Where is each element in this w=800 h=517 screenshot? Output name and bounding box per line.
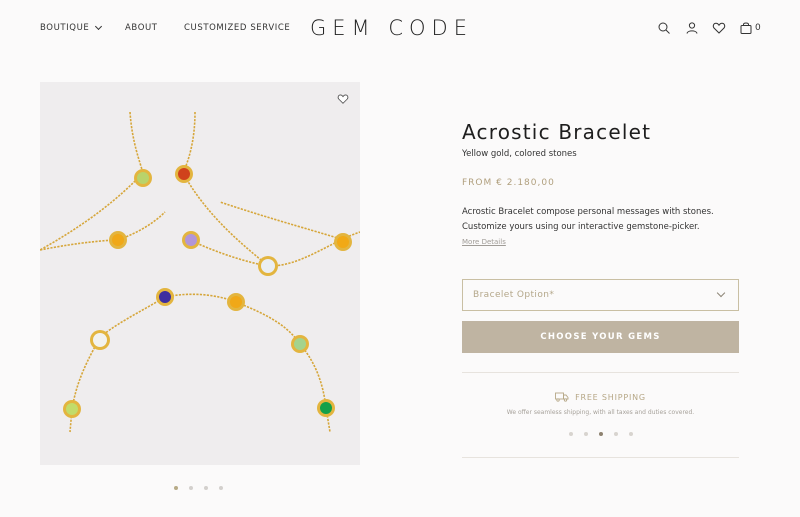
gallery-dot[interactable] (204, 486, 208, 490)
nav-customized-service[interactable]: CUSTOMIZED SERVICE (184, 23, 290, 33)
gallery-dot[interactable] (189, 486, 193, 490)
wishlist-icon[interactable] (712, 21, 726, 35)
choose-your-gems-button[interactable]: CHOOSE YOUR GEMS (462, 321, 739, 353)
bracelet-option-placeholder: Bracelet Option* (473, 290, 555, 300)
bracelet-photo (40, 111, 360, 433)
shipping-pagination (569, 432, 633, 436)
gallery-dot[interactable] (174, 486, 178, 490)
search-icon[interactable] (657, 21, 671, 35)
cart-icon[interactable] (739, 21, 753, 35)
chevron-down-icon (716, 288, 726, 298)
shipping-title-row: FREE SHIPPING (462, 392, 739, 402)
nav-boutique-label: BOUTIQUE (40, 23, 90, 33)
shipping-dot[interactable] (629, 432, 633, 436)
nav-customized-service-label: CUSTOMIZED SERVICE (184, 23, 291, 33)
account-icon[interactable] (685, 21, 699, 35)
product-price: FROM € 2.180,00 (462, 178, 555, 188)
more-details-link[interactable]: More Details (462, 238, 506, 246)
product-image (40, 82, 360, 465)
bracelet-option-select[interactable]: Bracelet Option* (462, 279, 739, 311)
gallery-dot[interactable] (219, 486, 223, 490)
shipping-subtitle: We offer seamless shipping, with all tax… (506, 409, 695, 416)
divider (462, 457, 739, 458)
nav-about-label: ABOUT (125, 23, 158, 33)
logo[interactable]: GEM CODE (310, 16, 473, 40)
product-subtitle: Yellow gold, colored stones (462, 149, 577, 159)
shipping-dot[interactable] (584, 432, 588, 436)
product-title: Acrostic Bracelet (462, 120, 652, 144)
truck-icon (555, 392, 569, 402)
site-header: BOUTIQUE ABOUT CUSTOMIZED SERVICE GEM CO… (0, 0, 800, 58)
nav-boutique[interactable]: BOUTIQUE (40, 22, 103, 33)
shipping-dot[interactable] (569, 432, 573, 436)
divider (462, 372, 739, 373)
shipping-dot[interactable] (599, 432, 603, 436)
shipping-title: FREE SHIPPING (575, 392, 646, 402)
heart-icon[interactable] (337, 93, 349, 105)
chevron-down-icon (95, 22, 103, 31)
gallery-pagination (174, 486, 223, 490)
nav-about[interactable]: ABOUT (125, 23, 158, 33)
product-description: Acrostic Bracelet compose personal messa… (462, 207, 714, 232)
cart-count: 0 (755, 23, 761, 33)
shipping-dot[interactable] (614, 432, 618, 436)
